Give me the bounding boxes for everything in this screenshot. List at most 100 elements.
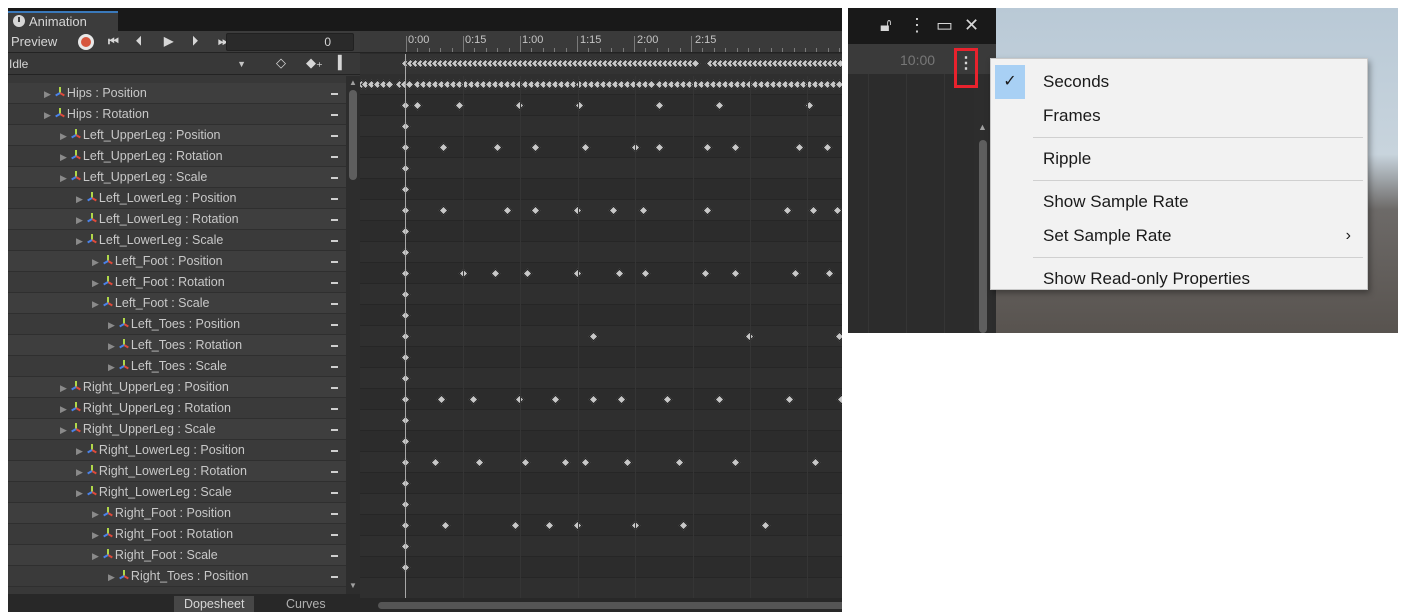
expand-arrow-icon[interactable]: ▶	[76, 215, 83, 225]
expand-arrow-icon[interactable]: ▶	[76, 236, 83, 246]
remove-property-icon[interactable]	[331, 513, 338, 515]
expand-arrow-icon[interactable]: ▶	[92, 299, 99, 309]
menu-item-show-sample-rate[interactable]: Show Sample Rate	[991, 185, 1367, 219]
keyframe-row[interactable]	[360, 473, 842, 494]
expand-arrow-icon[interactable]: ▶	[44, 89, 51, 99]
keyframe-row[interactable]	[360, 179, 842, 200]
property-row[interactable]: ▶ Right_Toes : Position	[8, 566, 346, 587]
scroll-up-icon[interactable]: ▲	[349, 78, 357, 87]
remove-property-icon[interactable]	[331, 282, 338, 284]
add-marker-icon[interactable]: ▍	[338, 55, 348, 71]
expand-arrow-icon[interactable]: ▶	[108, 341, 115, 351]
scroll-thumb[interactable]	[349, 90, 357, 180]
menu-item-show-read-only-properties[interactable]: Show Read-only Properties	[991, 262, 1367, 296]
lock-icon[interactable]: 🔓︎	[880, 16, 892, 34]
keyframe-row[interactable]	[360, 158, 842, 179]
property-row[interactable]: ▶ Left_LowerLeg : Scale	[8, 230, 346, 251]
property-row[interactable]: ▶ Left_UpperLeg : Scale	[8, 167, 346, 188]
record-button[interactable]	[78, 34, 94, 50]
add-event-icon[interactable]: ◆₊	[306, 55, 323, 71]
expand-arrow-icon[interactable]: ▶	[76, 467, 83, 477]
remove-property-icon[interactable]	[331, 492, 338, 494]
property-row[interactable]: ▶ Left_UpperLeg : Rotation	[8, 146, 346, 167]
remove-property-icon[interactable]	[331, 408, 338, 410]
property-row[interactable]: ▶ Left_UpperLeg : Position	[8, 125, 346, 146]
clip-dropdown[interactable]: Idle ▼	[8, 55, 254, 73]
property-row[interactable]: ▶ Right_LowerLeg : Scale	[8, 482, 346, 503]
add-keyframe-icon[interactable]: ◇	[276, 55, 286, 71]
expand-arrow-icon[interactable]: ▶	[92, 551, 99, 561]
property-row[interactable]: ▶ Right_Foot : Scale	[8, 545, 346, 566]
maximize-icon[interactable]: ▭	[936, 16, 953, 34]
keyframe-row[interactable]	[360, 95, 842, 116]
summary-row[interactable]	[360, 54, 842, 75]
keyframe-row[interactable]	[360, 557, 842, 578]
keyframe-row[interactable]	[360, 242, 842, 263]
remove-property-icon[interactable]	[331, 240, 338, 242]
expand-arrow-icon[interactable]: ▶	[76, 488, 83, 498]
expand-arrow-icon[interactable]: ▶	[60, 152, 67, 162]
remove-property-icon[interactable]	[331, 177, 338, 179]
keyframe-row[interactable]	[360, 431, 842, 452]
menu-item-seconds[interactable]: ✓ Seconds	[991, 65, 1367, 99]
next-keyframe-button[interactable]: ⏵	[192, 34, 198, 49]
remove-property-icon[interactable]	[331, 219, 338, 221]
expand-arrow-icon[interactable]: ▶	[92, 257, 99, 267]
remove-property-icon[interactable]	[331, 93, 338, 95]
remove-property-icon[interactable]	[331, 303, 338, 305]
timeline-scroll-thumb[interactable]	[378, 602, 842, 609]
expand-arrow-icon[interactable]: ▶	[60, 131, 67, 141]
property-scrollbar[interactable]: ▲ ▼	[346, 76, 360, 594]
property-row[interactable]: ▶ Right_UpperLeg : Position	[8, 377, 346, 398]
remove-property-icon[interactable]	[331, 429, 338, 431]
remove-property-icon[interactable]	[331, 324, 338, 326]
remove-property-icon[interactable]	[331, 471, 338, 473]
property-row[interactable]: ▶ Left_Foot : Rotation	[8, 272, 346, 293]
expand-arrow-icon[interactable]: ▶	[76, 446, 83, 456]
expand-arrow-icon[interactable]: ▶	[60, 404, 67, 414]
remove-property-icon[interactable]	[331, 534, 338, 536]
playhead[interactable]	[405, 54, 406, 612]
property-row[interactable]: ▶ Left_LowerLeg : Rotation	[8, 209, 346, 230]
keyframe-grid[interactable]	[360, 74, 842, 612]
keyframe-row[interactable]	[360, 389, 842, 410]
keyframe-row[interactable]	[360, 263, 842, 284]
remove-property-icon[interactable]	[331, 135, 338, 137]
property-row[interactable]: ▶ Left_Toes : Position	[8, 314, 346, 335]
tab-curves[interactable]: Curves	[276, 596, 336, 612]
property-row[interactable]: ▶ Right_UpperLeg : Rotation	[8, 398, 346, 419]
close-icon[interactable]: ✕	[964, 16, 979, 34]
expand-arrow-icon[interactable]: ▶	[60, 425, 67, 435]
remove-property-icon[interactable]	[331, 198, 338, 200]
menu-item-set-sample-rate[interactable]: Set Sample Rate ›	[991, 219, 1367, 253]
tab-animation[interactable]: Animation	[8, 11, 118, 31]
tab-dopesheet[interactable]: Dopesheet	[174, 596, 255, 612]
expand-arrow-icon[interactable]: ▶	[108, 362, 115, 372]
remove-property-icon[interactable]	[331, 555, 338, 557]
keyframe-row[interactable]	[360, 137, 842, 158]
keyframe-row[interactable]	[360, 578, 842, 599]
expand-arrow-icon[interactable]: ▶	[92, 530, 99, 540]
dopesheet[interactable]: 0:00 0:15 1:00 1:15 2:00 2:15	[360, 31, 842, 612]
expand-arrow-icon[interactable]: ▶	[108, 572, 115, 582]
keyframe-row[interactable]	[360, 326, 842, 347]
scroll-thumb[interactable]	[979, 140, 987, 333]
first-keyframe-button[interactable]: ⏮	[108, 34, 119, 49]
remove-property-icon[interactable]	[331, 345, 338, 347]
expand-arrow-icon[interactable]: ▶	[60, 173, 67, 183]
keyframe-row[interactable]	[360, 368, 842, 389]
keyframe-row[interactable]	[360, 116, 842, 137]
property-row[interactable]: ▶ Left_Toes : Rotation	[8, 335, 346, 356]
property-row[interactable]: ▶ Right_UpperLeg : Scale	[8, 419, 346, 440]
timeline-scrollbar[interactable]	[360, 598, 842, 612]
keyframe-row[interactable]	[360, 347, 842, 368]
property-row[interactable]: ▶ Left_Toes : Scale	[8, 356, 346, 377]
previous-keyframe-button[interactable]: ⏴	[136, 34, 142, 49]
time-ruler[interactable]: 0:00 0:15 1:00 1:15 2:00 2:15	[360, 31, 842, 53]
more-options-icon[interactable]: ⋮	[908, 16, 926, 34]
frame-input[interactable]: 0	[226, 33, 354, 51]
preview-toggle[interactable]: Preview	[11, 34, 57, 49]
property-row[interactable]: ▶ Left_Foot : Scale	[8, 293, 346, 314]
keyframe-row[interactable]	[360, 494, 842, 515]
expand-arrow-icon[interactable]: ▶	[108, 320, 115, 330]
